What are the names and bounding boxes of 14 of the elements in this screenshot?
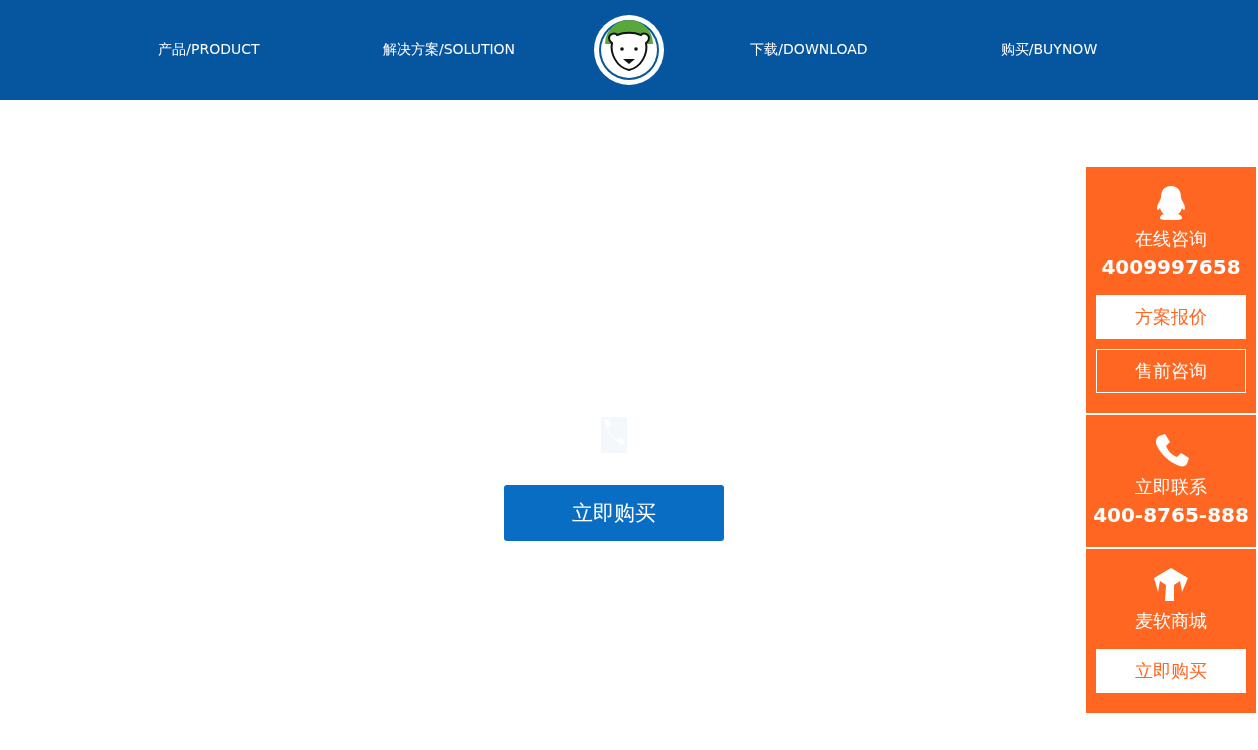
buy-now-button[interactable]: 立即购买 xyxy=(504,485,724,541)
phone-icon xyxy=(1153,433,1189,469)
panel-title: 立即联系 xyxy=(1135,475,1207,499)
nav-link[interactable]: 下载/DOWNLOAD xyxy=(689,41,929,59)
nav-link[interactable]: 产品/PRODUCT xyxy=(89,41,329,59)
shop-logo-icon xyxy=(1152,567,1190,603)
phone-number: 4009997658 xyxy=(1101,255,1241,279)
nav-link[interactable]: 解决方案/SOLUTION xyxy=(329,41,569,59)
nav-link[interactable]: 购买/BUYNOW xyxy=(929,41,1169,59)
panel-title: 在线咨询 xyxy=(1135,227,1207,251)
bear-logo-icon[interactable] xyxy=(593,14,665,86)
panel-title: 麦软商城 xyxy=(1135,609,1207,633)
penguin-icon xyxy=(1154,185,1188,221)
phone-number: 400-8765-888 xyxy=(1093,503,1249,527)
